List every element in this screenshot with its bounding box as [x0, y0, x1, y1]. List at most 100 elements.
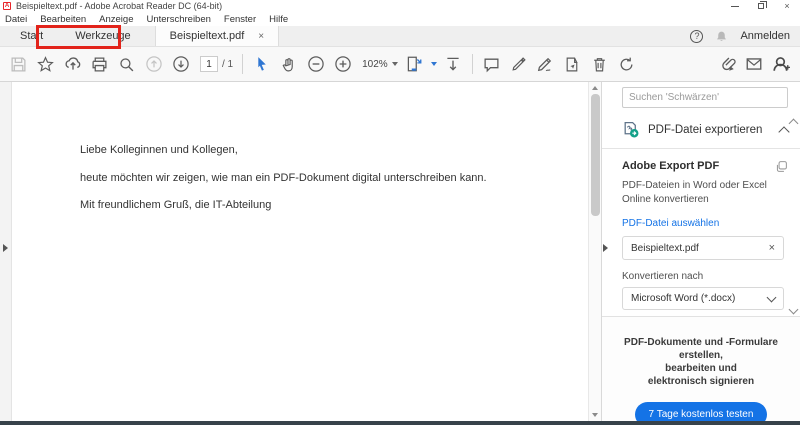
email-button[interactable] [740, 51, 767, 78]
select-pdf-file-link[interactable]: PDF-Datei auswählen [622, 218, 800, 229]
share-cloud-button[interactable] [59, 51, 86, 78]
scroll-mode-button[interactable] [440, 51, 467, 78]
fill-sign-pen-icon [536, 55, 554, 73]
save-button[interactable] [5, 51, 32, 78]
scrollbar-thumb[interactable] [591, 94, 600, 216]
panel-scroll-up-icon[interactable] [789, 119, 799, 129]
fit-page-button[interactable] [401, 51, 428, 78]
export-tool-title: Adobe Export PDF [622, 160, 775, 172]
tab-bar: Start Werkzeuge Beispieltext.pdf × ? Anm… [0, 26, 800, 47]
export-pdf-section-header[interactable]: PDF-Datei exportieren [622, 121, 788, 138]
menu-bar: Datei Bearbeiten Anzeige Unterschreiben … [0, 12, 800, 26]
favorite-tool-button[interactable] [32, 51, 59, 78]
account-button[interactable] [767, 51, 794, 78]
tab-start[interactable]: Start [6, 26, 57, 46]
tools-panel: PDF-Datei exportieren Adobe Export PDF P… [601, 82, 800, 421]
selected-file-name: Beispieltext.pdf [631, 243, 769, 254]
redo-rotate-button[interactable] [613, 51, 640, 78]
acrobat-logo-icon: A [3, 2, 11, 10]
export-pdf-section-title: PDF-Datei exportieren [648, 124, 771, 136]
search-icon [118, 56, 135, 73]
title-bar: A Beispieltext.pdf - Adobe Acrobat Reade… [0, 0, 800, 12]
toolbar: 1 / 1 102% [0, 47, 800, 82]
sign-in-link[interactable]: Anmelden [740, 30, 790, 42]
minimize-button[interactable] [722, 0, 748, 12]
tab-werkzeuge[interactable]: Werkzeuge [61, 26, 144, 46]
menu-unterschreiben[interactable]: Unterschreiben [146, 14, 210, 25]
menu-anzeige[interactable]: Anzeige [99, 14, 133, 25]
link-icon [718, 55, 736, 73]
export-pdf-icon [622, 121, 639, 138]
document-scrollbar[interactable] [588, 82, 601, 421]
menu-datei[interactable]: Datei [5, 14, 27, 25]
menu-fenster[interactable]: Fenster [224, 14, 256, 25]
fit-page-caret-icon[interactable] [431, 62, 437, 66]
fit-page-icon [405, 55, 423, 73]
scroll-mode-icon [444, 55, 462, 73]
user-plus-icon [772, 55, 790, 73]
fill-sign-tool-button[interactable] [532, 51, 559, 78]
page-up-icon [145, 55, 163, 73]
page-number-input[interactable]: 1 [200, 56, 218, 72]
zoom-dropdown-caret-icon[interactable] [392, 62, 398, 66]
dropdown-chevron-icon [767, 292, 777, 302]
restore-button[interactable] [748, 0, 774, 12]
menu-hilfe[interactable]: Hilfe [269, 14, 288, 25]
restore-icon [758, 3, 764, 9]
panel-collapse-icon[interactable] [603, 244, 608, 252]
convert-to-label: Konvertieren nach [622, 271, 800, 282]
scrollbar-up-icon[interactable] [592, 86, 598, 90]
tab-document[interactable]: Beispieltext.pdf × [155, 26, 279, 46]
tools-search-box[interactable] [622, 87, 788, 108]
help-icon[interactable]: ? [690, 30, 703, 43]
comment-tool-button[interactable] [478, 51, 505, 78]
trash-icon [591, 56, 608, 73]
highlighter-icon [510, 56, 527, 73]
previous-page-button[interactable] [140, 51, 167, 78]
zoom-in-button[interactable] [329, 51, 356, 78]
share-link-button[interactable] [713, 51, 740, 78]
section-collapse-chevron-icon[interactable] [778, 126, 789, 137]
promo-text-line: PDF-Dokumente und -Formulare erstellen, [602, 336, 800, 362]
zoom-out-icon [307, 55, 325, 73]
nav-pane-expand-icon[interactable] [3, 244, 8, 252]
menu-bearbeiten[interactable]: Bearbeiten [40, 14, 86, 25]
popout-icon[interactable] [775, 160, 788, 173]
zoom-out-button[interactable] [302, 51, 329, 78]
remove-file-icon[interactable]: × [769, 242, 775, 254]
tools-search-input[interactable] [629, 92, 781, 103]
window-bottom-edge [0, 421, 800, 425]
scrollbar-down-icon[interactable] [592, 413, 598, 417]
notifications-bell-icon[interactable] [715, 30, 728, 43]
tab-close-icon[interactable]: × [258, 31, 264, 42]
toolbar-divider [242, 54, 243, 74]
pdf-page: Liebe Kolleginnen und Kollegen, heute mö… [12, 82, 588, 421]
zoom-level-value[interactable]: 102% [362, 59, 388, 70]
send-for-signature-button[interactable] [559, 51, 586, 78]
section-divider [602, 148, 800, 149]
search-button[interactable] [113, 51, 140, 78]
panel-scroll-down-icon[interactable] [789, 305, 799, 315]
comment-bubble-icon [483, 56, 500, 73]
close-icon: × [784, 1, 789, 11]
star-icon [37, 56, 54, 73]
next-page-button[interactable] [167, 51, 194, 78]
print-button[interactable] [86, 51, 113, 78]
select-tool-button[interactable] [248, 51, 275, 78]
hand-tool-button[interactable] [275, 51, 302, 78]
rotate-arrow-icon [618, 56, 635, 73]
selected-file-field[interactable]: Beispieltext.pdf × [622, 236, 784, 260]
page-down-icon [172, 55, 190, 73]
delete-tool-button[interactable] [586, 51, 613, 78]
toolbar-divider [472, 54, 473, 74]
page-count-label: / 1 [222, 59, 233, 70]
promo-text-line: bearbeiten und [602, 362, 800, 375]
close-button[interactable]: × [774, 0, 800, 12]
hand-icon [280, 56, 297, 73]
zoom-in-icon [334, 55, 352, 73]
convert-format-value: Microsoft Word (*.docx) [631, 293, 768, 304]
convert-format-dropdown[interactable]: Microsoft Word (*.docx) [622, 287, 784, 310]
acrobat-pro-promo: PDF-Dokumente und -Formulare erstellen, … [602, 316, 800, 421]
highlight-tool-button[interactable] [505, 51, 532, 78]
minimize-icon [731, 6, 739, 7]
